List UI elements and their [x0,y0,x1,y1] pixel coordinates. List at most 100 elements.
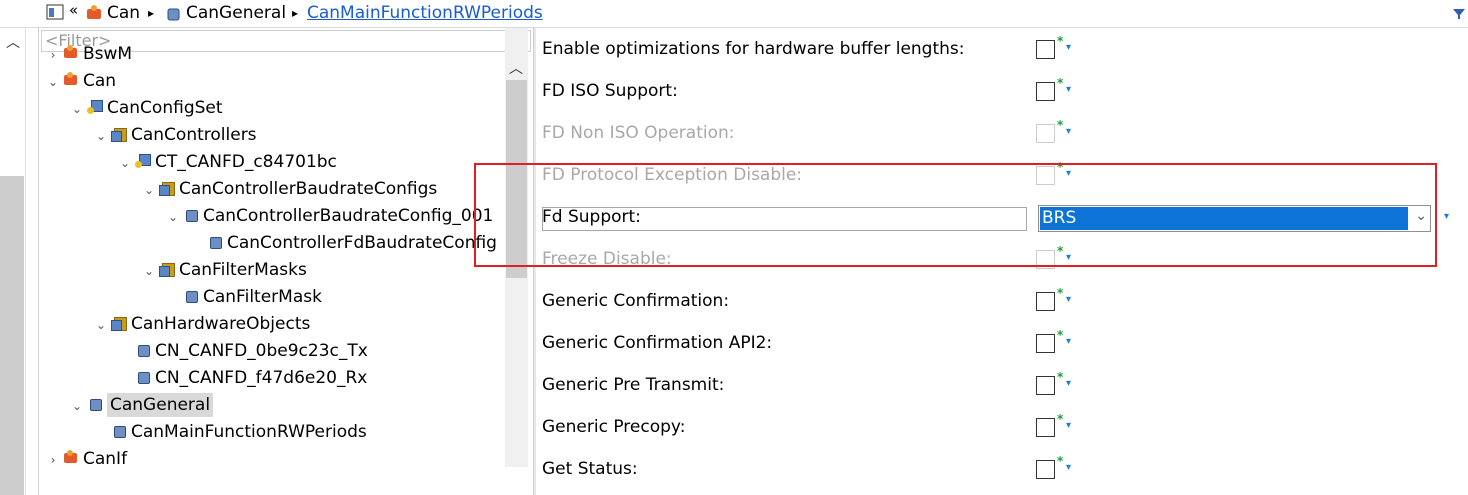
breadcrumb-separator-icon: ▸ [292,6,299,20]
property-row-fd-support: Fd Support: BRS ⌄ ▾ [542,202,1462,232]
tree-node-label: CanControllerBaudrateConfig_001 [203,206,494,226]
breadcrumb-current-link[interactable]: CanMainFunctionRWPeriods [307,3,543,23]
tree-node-canhardwareobjects[interactable]: ⌄ CanHardwareObjects [93,311,310,338]
breadcrumb-separator-icon: ▸ [148,6,155,20]
value-options-dropdown-icon[interactable]: ▾ [1066,336,1071,347]
tree-node-ct-canfd-c84701bc[interactable]: ⌄ CT_CANFD_c84701bc [117,149,337,176]
tree-node-label: CanFilterMask [203,287,322,307]
filter-funnel-icon[interactable] [1452,5,1466,25]
tree-node-canfiltermasks[interactable]: ⌄ CanFilterMasks [141,257,307,284]
collapse-arrow-icon[interactable]: ⌄ [93,312,109,339]
can-module-icon [86,4,104,25]
tree-node-canmainfunctionrwperiods[interactable]: CanMainFunctionRWPeriods [93,419,367,446]
tree-node-cn-canfd-0be9c23c-tx[interactable]: CN_CANFD_0be9c23c_Tx [117,338,368,365]
property-checkbox[interactable] [1036,40,1055,59]
default-value-star-icon: * [1057,244,1064,258]
property-row-generic-precopy: Generic Precopy: * ▾ [542,412,1462,442]
property-row-generic-confirmation: Generic Confirmation: * ▾ [542,286,1462,316]
tree-node-label: CanControllerFdBaudrateConfig [227,233,497,253]
property-checkbox[interactable] [1036,418,1055,437]
leaf-icon [207,234,223,250]
collapse-up-icon[interactable]: ︿ [6,32,20,52]
value-options-dropdown-icon[interactable]: ▾ [1066,378,1071,389]
tree-node-canconfigset[interactable]: ⌄ CanConfigSet [69,95,223,122]
property-row-generic-confirmation-api2: Generic Confirmation API2: * ▾ [542,328,1462,358]
property-label: Generic Pre Transmit: [542,375,725,395]
tree-node-cancontrollerfdbaudrateconfig[interactable]: CanControllerFdBaudrateConfig [189,230,497,257]
value-options-dropdown-icon[interactable]: ▾ [1066,462,1071,473]
back-icon[interactable]: « [69,1,78,19]
left-collapsed-panel: ︿ [0,28,26,495]
tree-scrollbar-thumb[interactable] [506,80,527,278]
tree-node-label: CN_CANFD_0be9c23c_Tx [155,341,368,361]
value-options-dropdown-icon[interactable]: ▾ [1066,84,1071,95]
tree-node-label: CanControllers [131,125,257,145]
property-checkbox[interactable] [1036,334,1055,353]
breadcrumb-item-cangeneral[interactable]: CanGeneral [186,3,286,23]
expand-arrow-icon[interactable]: › [45,447,61,474]
tree-scrollbar[interactable]: ︿ [505,28,528,467]
property-label: Get Status: [542,459,638,479]
default-value-star-icon: * [1057,328,1064,342]
leaf-icon [135,342,151,358]
property-label: FD ISO Support: [542,81,678,101]
breadcrumb-item-can[interactable]: Can [107,3,140,23]
module-icon [63,450,79,466]
leaf-icon [111,423,127,439]
config-icon [135,153,151,169]
property-checkbox [1036,250,1055,269]
tree-node-cn-canfd-f47d6e20-rx[interactable]: CN_CANFD_f47d6e20_Rx [117,365,367,392]
fd-support-select[interactable]: BRS ⌄ [1038,205,1431,232]
tree-node-cancontrollerbaudrateconfigs[interactable]: ⌄ CanControllerBaudrateConfigs [141,176,437,203]
property-checkbox[interactable] [1036,460,1055,479]
container-icon [159,180,175,196]
tree-node-cangeneral[interactable]: ⌄ CanGeneral [69,392,214,420]
collapse-arrow-icon[interactable]: ⌄ [117,150,133,177]
property-checkbox [1036,124,1055,143]
tree-node-can[interactable]: ⌄ Can [45,68,116,95]
panel-toggle-icon[interactable] [46,4,64,25]
collapse-arrow-icon[interactable]: ⌄ [165,204,181,231]
container-icon [111,315,127,331]
chevron-down-icon[interactable]: ⌄ [1415,208,1427,224]
tree-node-canif[interactable]: › CanIf [45,446,127,473]
value-options-dropdown-icon[interactable]: ▾ [1066,252,1071,263]
default-value-star-icon: * [1057,34,1064,48]
module-icon [63,72,79,88]
collapse-arrow-icon[interactable]: ⌄ [69,393,85,420]
default-value-star-icon: * [1057,76,1064,90]
property-checkbox [1036,166,1055,185]
collapse-arrow-icon[interactable]: ⌄ [45,69,61,96]
property-checkbox[interactable] [1036,376,1055,395]
default-value-star-icon: * [1057,412,1064,426]
breadcrumb-bar: « Can ▸ CanGeneral ▸ CanMainFunctionRWPe… [0,0,1468,28]
collapse-arrow-icon[interactable]: ⌄ [93,123,109,150]
left-panel-scrollbar[interactable] [0,176,24,495]
value-options-dropdown-icon[interactable]: ▾ [1066,294,1071,305]
panel-splitter[interactable] [533,28,536,495]
property-row-fd-iso-support: FD ISO Support: * ▾ [542,76,1462,106]
tree-node-canfiltermask[interactable]: CanFilterMask [165,284,322,311]
collapse-arrow-icon[interactable]: ⌄ [141,258,157,285]
leaf-icon [183,288,199,304]
property-row-get-status: Get Status: * ▾ [542,454,1462,484]
value-options-dropdown-icon[interactable]: ▾ [1066,42,1071,53]
expand-arrow-icon[interactable]: › [45,42,61,69]
tree-node-cancontrollerbaudrateconfig-001[interactable]: ⌄ CanControllerBaudrateConfig_001 [165,203,493,230]
collapse-arrow-icon[interactable]: ⌄ [141,177,157,204]
property-checkbox[interactable] [1036,82,1055,101]
module-icon [63,45,79,61]
property-checkbox[interactable] [1036,292,1055,311]
value-options-dropdown-icon[interactable]: ▾ [1066,420,1071,431]
tree-node-label: BswM [83,44,133,64]
value-options-dropdown-icon[interactable]: ▾ [1066,126,1071,137]
value-options-dropdown-icon[interactable]: ▾ [1444,211,1449,222]
tree-node-bswm[interactable]: › BswM [45,41,133,69]
collapse-arrow-icon[interactable]: ⌄ [69,96,85,123]
scroll-up-icon[interactable]: ︿ [509,58,523,78]
tree-node-label: CanConfigSet [107,98,223,118]
value-options-dropdown-icon[interactable]: ▾ [1066,168,1071,179]
leaf-icon [183,207,199,223]
tree-node-cancontrollers[interactable]: ⌄ CanControllers [93,122,257,149]
property-panel: Enable optimizations for hardware buffer… [537,28,1468,495]
